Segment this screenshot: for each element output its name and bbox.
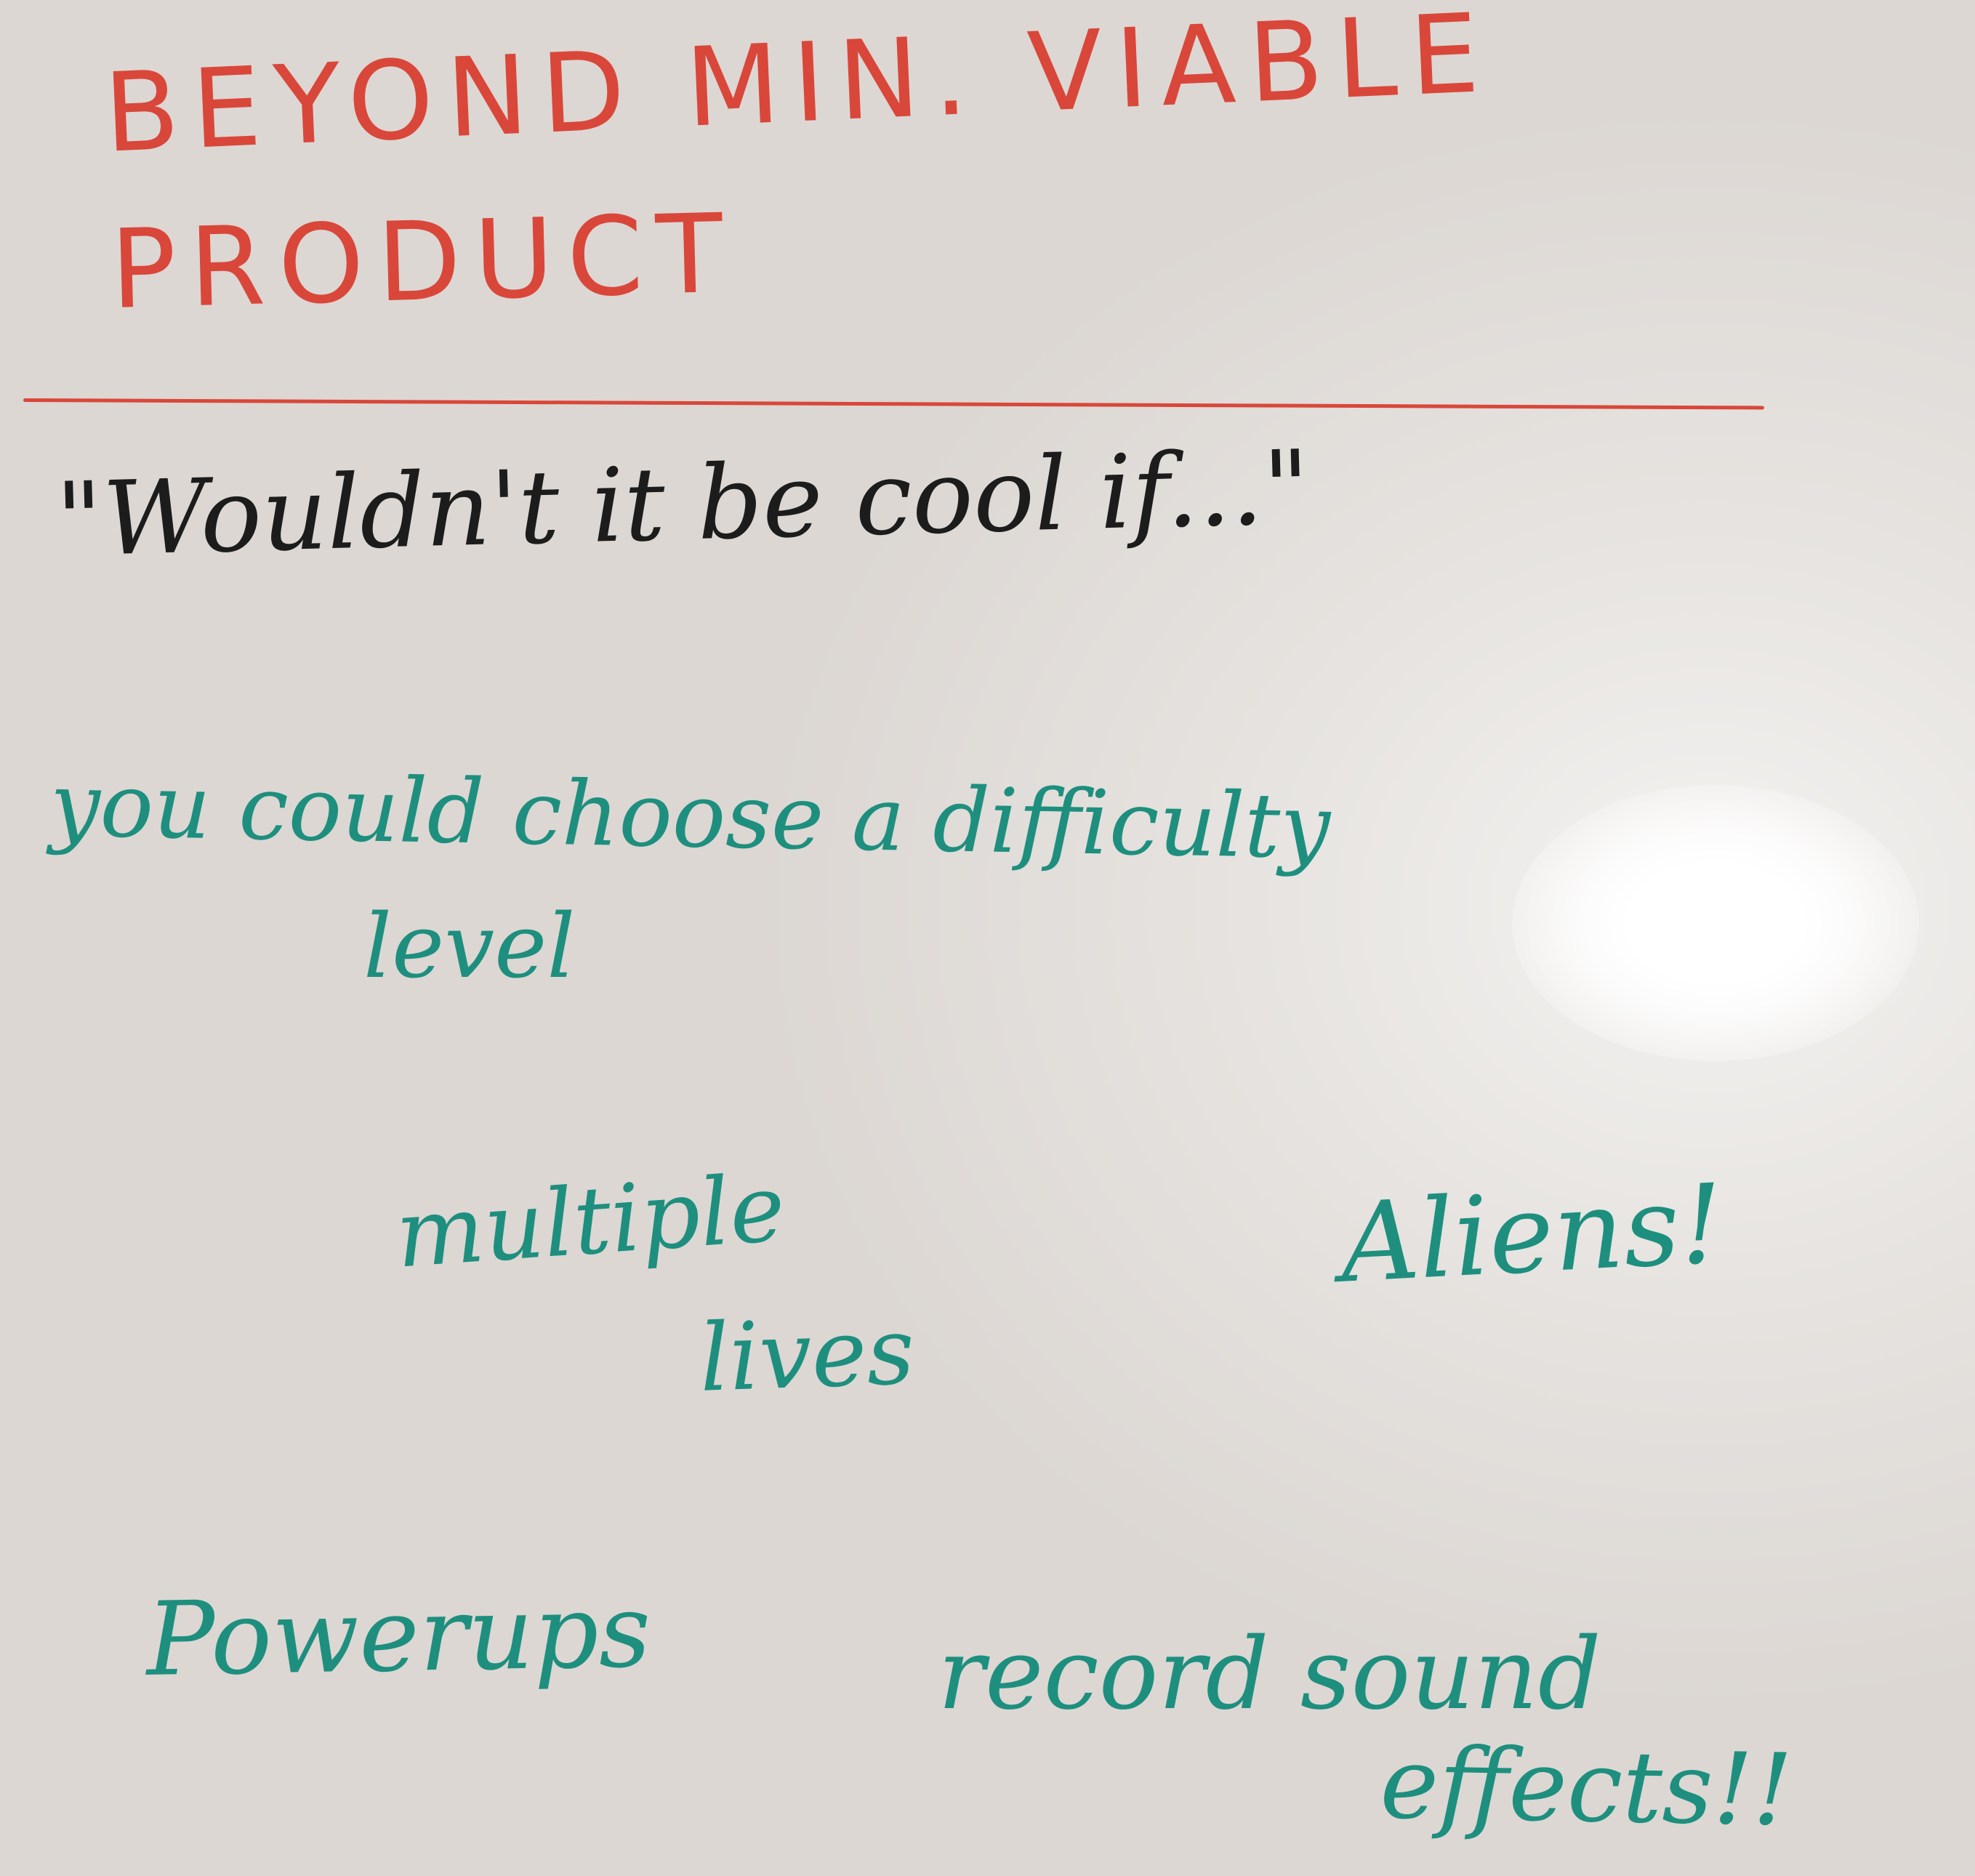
prompt-quote: "Wouldn't it be cool if..." xyxy=(54,428,1311,580)
idea-lives-line-1: multiple xyxy=(392,1154,789,1289)
idea-difficulty-line-1: you could choose a difficulty xyxy=(49,753,1332,879)
idea-powerups: Powerups xyxy=(145,1571,652,1699)
idea-difficulty-line-2: level xyxy=(363,895,576,998)
heading-line-1: BEYOND MIN. VIABLE xyxy=(101,0,1495,177)
heading-underline xyxy=(23,398,1764,410)
idea-lives-line-2: lives xyxy=(697,1297,917,1413)
idea-sound-line-1: record sound xyxy=(938,1617,1601,1732)
whiteboard: BEYOND MIN. VIABLE PRODUCT "Wouldn't it … xyxy=(0,0,1975,1876)
light-glare xyxy=(1512,785,1919,1061)
idea-sound-line-2: effects!! xyxy=(1379,1726,1794,1848)
idea-aliens: Aliens! xyxy=(1337,1161,1727,1308)
heading-line-2: PRODUCT xyxy=(108,190,738,334)
